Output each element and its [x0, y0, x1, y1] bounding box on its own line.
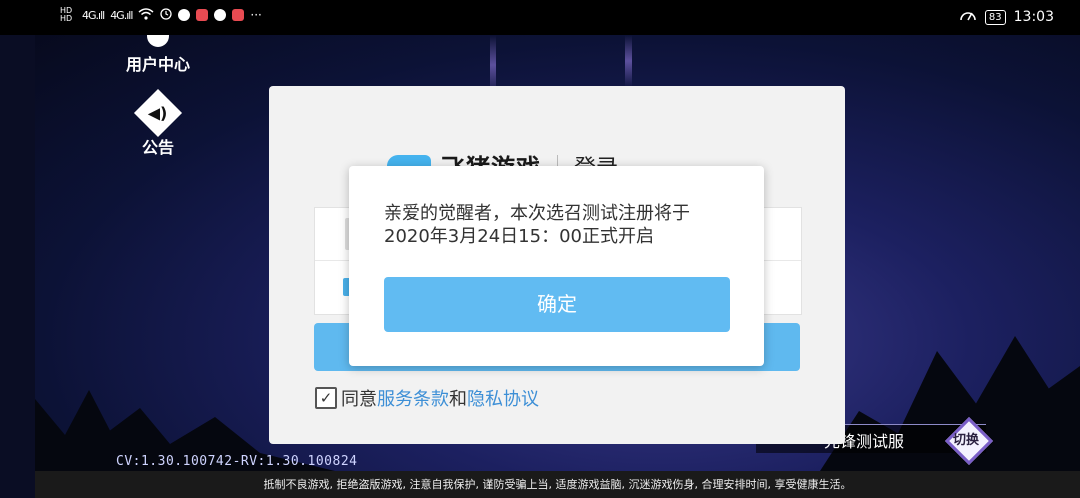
user-center-label: 用户中心 [125, 55, 190, 74]
announcement-label: 公告 [141, 138, 174, 157]
switch-server-button[interactable]: 切换 [944, 416, 994, 466]
user-icon [147, 35, 169, 47]
agreement-row: ✓ 同意 服务条款 和 隐私协议 [315, 385, 539, 411]
announcement-button[interactable]: ◀) 公告 [132, 88, 184, 158]
chat-app-icon [178, 9, 191, 21]
alarm-icon [160, 7, 173, 23]
status-right: 83 13:03 [959, 8, 1054, 26]
hd-indicator: HD HD [60, 6, 73, 23]
notice-dialog: 亲爱的觉醒者，本次选召测试注册将于 2020年3月24日15：00正式开启 确定 [349, 166, 764, 366]
speed-icon [959, 8, 977, 26]
health-notice: 抵制不良游戏, 拒绝盗版游戏, 注意自我保护, 谨防受骗上当, 适度游戏益脑, … [35, 471, 1080, 498]
privacy-link[interactable]: 隐私协议 [467, 385, 539, 411]
agree-prefix: 同意 [341, 389, 377, 410]
wifi-icon [138, 7, 154, 23]
notes-app-icon [232, 9, 245, 21]
and-text: 和 [449, 389, 467, 410]
dialog-message: 亲爱的觉醒者，本次选召测试注册将于 2020年3月24日15：00正式开启 [384, 203, 690, 247]
clock: 13:03 [1013, 9, 1054, 25]
speaker-icon: ◀) [133, 88, 183, 138]
version-text: CV:1.30.100742-RV:1.30.100824 [116, 454, 358, 469]
signal-icon: 4G.ıll [110, 8, 133, 22]
switch-label: 切换 [952, 433, 979, 448]
light-beam [625, 35, 632, 87]
confirm-button[interactable]: 确定 [384, 277, 730, 332]
more-notifications-icon: ··· [250, 8, 262, 22]
agree-checkbox[interactable]: ✓ [315, 387, 337, 409]
battery-indicator: 83 [984, 9, 1006, 25]
user-center-button[interactable]: 用户中心 [118, 35, 198, 75]
message-app-icon [214, 9, 227, 21]
status-bar: HD HD 4G.ıll 4G.ıll ··· 83 13:03 [0, 0, 1080, 35]
calendar-app-icon [196, 9, 209, 21]
signal-icon: 4G.ıll [82, 8, 105, 22]
terms-link[interactable]: 服务条款 [377, 385, 449, 411]
status-left: HD HD 4G.ıll 4G.ıll ··· [60, 7, 262, 23]
